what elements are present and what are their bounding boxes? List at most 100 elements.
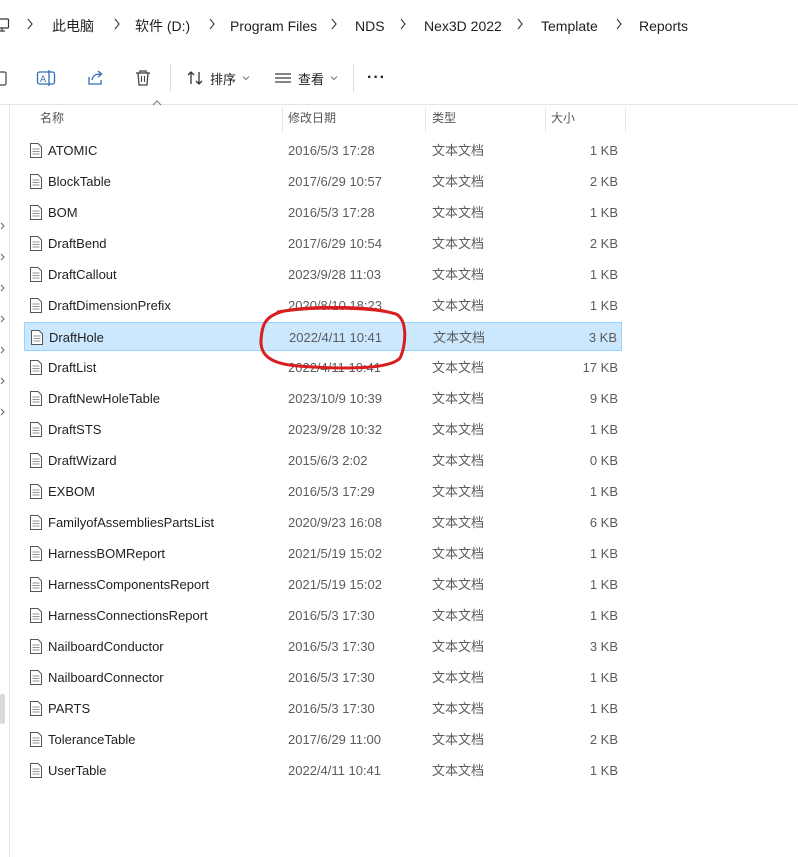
- file-modified-date: 2023/9/28 10:32: [288, 422, 382, 437]
- chevron-right-icon[interactable]: [515, 17, 525, 31]
- text-document-icon: [30, 515, 42, 530]
- file-row[interactable]: DraftSTS 2023/9/28 10:32 文本文档 1 KB: [24, 415, 622, 444]
- file-row[interactable]: DraftWizard 2015/6/3 2:02 文本文档 0 KB: [24, 446, 622, 475]
- column-header-type[interactable]: 类型: [432, 104, 542, 132]
- file-row[interactable]: HarnessBOMReport 2021/5/19 15:02 文本文档 1 KB: [24, 539, 622, 568]
- expand-chevron-icon[interactable]: [0, 222, 6, 230]
- expand-chevron-icon[interactable]: [0, 346, 6, 354]
- file-modified-date: 2022/4/11 10:41: [288, 763, 382, 778]
- file-modified-date: 2020/8/10 18:23: [288, 298, 382, 313]
- delete-button[interactable]: [133, 66, 153, 90]
- column-header-size[interactable]: 大小: [551, 104, 621, 132]
- file-name: DraftList: [48, 360, 97, 375]
- file-modified-date: 2016/5/3 17:28: [288, 143, 375, 158]
- file-row[interactable]: ATOMIC 2016/5/3 17:28 文本文档 1 KB: [24, 136, 622, 165]
- column-divider[interactable]: [625, 108, 626, 132]
- column-header-date[interactable]: 修改日期: [288, 104, 420, 132]
- file-row[interactable]: BOM 2016/5/3 17:28 文本文档 1 KB: [24, 198, 622, 227]
- file-size: 1 KB: [589, 205, 618, 220]
- file-modified-date: 2017/6/29 11:00: [288, 732, 382, 747]
- chevron-down-icon: [242, 76, 250, 81]
- breadcrumb-item[interactable]: 软件 (D:): [135, 17, 190, 35]
- view-button[interactable]: 查看: [274, 66, 338, 90]
- file-row[interactable]: DraftDimensionPrefix 2020/8/10 18:23 文本文档 1…: [24, 291, 622, 320]
- file-modified-date: 2016/5/3 17:30: [288, 701, 375, 716]
- chevron-right-icon[interactable]: [329, 17, 339, 31]
- file-row[interactable]: ToleranceTable 2017/6/29 11:00 文本文档 2 KB: [24, 725, 622, 754]
- breadcrumb-item[interactable]: Program Files: [230, 17, 317, 35]
- breadcrumb-item[interactable]: Nex3D 2022: [424, 17, 502, 35]
- file-row[interactable]: DraftNewHoleTable 2023/10/9 10:39 文本文档 9 KB: [24, 384, 622, 413]
- file-modified-date: 2021/5/19 15:02: [288, 577, 382, 592]
- expand-chevron-icon[interactable]: [0, 284, 6, 292]
- file-name: DraftSTS: [48, 422, 102, 437]
- file-row[interactable]: DraftList 2022/4/11 10:41 文本文档 17 KB: [24, 353, 622, 382]
- file-row[interactable]: DraftBend 2017/6/29 10:54 文本文档 2 KB: [24, 229, 622, 258]
- file-modified-date: 2022/4/11 10:41: [288, 360, 382, 375]
- file-row[interactable]: NailboardConductor 2016/5/3 17:30 文本文档 3 KB: [24, 632, 622, 661]
- nav-scrollbar[interactable]: [0, 694, 5, 724]
- file-size: 1 KB: [589, 267, 618, 282]
- expand-chevron-icon[interactable]: [0, 408, 6, 416]
- text-document-icon: [30, 298, 42, 313]
- column-divider[interactable]: [425, 108, 426, 132]
- file-row[interactable]: NailboardConnector 2016/5/3 17:30 文本文档 1 KB: [24, 663, 622, 692]
- chevron-right-icon[interactable]: [112, 17, 122, 31]
- column-divider[interactable]: [545, 108, 546, 132]
- file-modified-date: 2016/5/3 17:28: [288, 205, 375, 220]
- sort-button[interactable]: 排序: [186, 66, 250, 90]
- file-row[interactable]: DraftCallout 2023/9/28 11:03 文本文档 1 KB: [24, 260, 622, 289]
- file-modified-date: 2023/9/28 11:03: [288, 267, 382, 282]
- breadcrumb-item[interactable]: Template: [541, 17, 598, 35]
- expand-chevron-icon[interactable]: [0, 377, 6, 385]
- file-name: DraftHole: [49, 330, 104, 345]
- expand-chevron-icon[interactable]: [0, 315, 6, 323]
- file-row[interactable]: BlockTable 2017/6/29 10:57 文本文档 2 KB: [24, 167, 622, 196]
- column-divider[interactable]: [282, 108, 283, 132]
- file-row[interactable]: UserTable 2022/4/11 10:41 文本文档 1 KB: [24, 756, 622, 785]
- file-size: 2 KB: [589, 174, 618, 189]
- address-bar[interactable]: 此电脑 软件 (D:) Program Files NDS Nex3D 2022 Temp…: [0, 0, 798, 53]
- expand-chevron-icon[interactable]: [0, 253, 6, 261]
- file-row[interactable]: FamilyofAssembliesPartsList 2020/9/23 16:…: [24, 508, 622, 537]
- copy-button[interactable]: [0, 66, 8, 90]
- view-list-icon: [275, 73, 291, 83]
- breadcrumb-item[interactable]: NDS: [355, 17, 385, 35]
- text-document-icon: [30, 484, 42, 499]
- file-name: DraftCallout: [48, 267, 117, 282]
- toolbar-divider: [353, 64, 354, 92]
- file-size: 1 KB: [589, 546, 618, 561]
- file-name: FamilyofAssembliesPartsList: [48, 515, 215, 530]
- text-document-icon: [30, 453, 42, 468]
- file-name: HarnessConnectionsReport: [48, 608, 208, 623]
- file-modified-date: 2016/5/3 17:29: [288, 484, 375, 499]
- file-row[interactable]: DraftHole 2022/4/11 10:41 文本文档 3 KB: [24, 322, 622, 351]
- rename-button[interactable]: A: [36, 66, 56, 90]
- file-type: 文本文档: [432, 732, 485, 747]
- file-type: 文本文档: [432, 484, 485, 499]
- sort-icon: [187, 71, 203, 85]
- file-name: PARTS: [48, 701, 91, 716]
- view-label: 查看: [298, 71, 325, 87]
- file-type: 文本文档: [432, 205, 485, 220]
- file-name: DraftBend: [48, 236, 107, 251]
- file-row[interactable]: HarnessComponentsReport 2021/5/19 15:02 文本…: [24, 570, 622, 599]
- breadcrumb-item[interactable]: 此电脑: [52, 17, 94, 35]
- more-options-button[interactable]: ···: [367, 66, 386, 90]
- more-icon: ···: [367, 69, 386, 86]
- file-name: DraftNewHoleTable: [48, 391, 160, 406]
- file-name: BOM: [48, 205, 78, 220]
- file-row[interactable]: HarnessConnectionsReport 2016/5/3 17:30 文本…: [24, 601, 622, 630]
- column-header-name[interactable]: 名称: [40, 104, 280, 132]
- file-row[interactable]: EXBOM 2016/5/3 17:29 文本文档 1 KB: [24, 477, 622, 506]
- file-size: 3 KB: [589, 639, 618, 654]
- share-button[interactable]: [85, 66, 105, 90]
- file-modified-date: 2020/9/23 16:08: [288, 515, 382, 530]
- breadcrumb-item[interactable]: Reports: [639, 17, 688, 35]
- text-document-icon: [30, 546, 42, 561]
- chevron-right-icon[interactable]: [207, 17, 217, 31]
- chevron-right-icon[interactable]: [398, 17, 408, 31]
- chevron-right-icon[interactable]: [614, 17, 624, 31]
- file-row[interactable]: PARTS 2016/5/3 17:30 文本文档 1 KB: [24, 694, 622, 723]
- chevron-right-icon[interactable]: [25, 17, 35, 31]
